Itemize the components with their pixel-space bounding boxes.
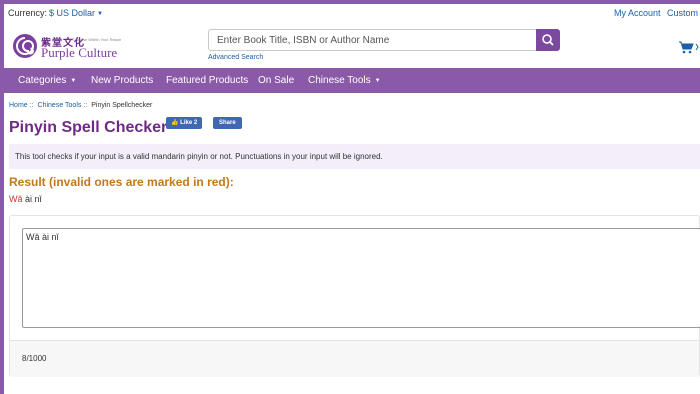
caret-down-icon: ▼ xyxy=(97,11,103,17)
top-bar: Currency: $ US Dollar ▼ My Account Custom xyxy=(4,4,700,22)
info-banner: This tool checks if your input is a vali… xyxy=(9,144,700,169)
facebook-share-button[interactable]: Share xyxy=(213,117,242,129)
page-title: Pinyin Spell Checker xyxy=(9,119,168,136)
breadcrumb-home[interactable]: Home xyxy=(9,102,28,109)
caret-down-icon: ▼ xyxy=(374,78,381,84)
nav-featured-products[interactable]: Featured Products xyxy=(166,75,248,86)
facebook-thumb-icon: 👍 xyxy=(171,120,179,126)
search-placeholder: Enter Book Title, ISBN or Author Name xyxy=(217,35,390,46)
nav-chinese-tools-label: Chinese Tools xyxy=(308,75,371,86)
logo-name: Purple Culture xyxy=(41,45,118,60)
breadcrumb-chinese-tools[interactable]: Chinese Tools xyxy=(38,102,82,109)
page-frame: Currency: $ US Dollar ▼ My Account Custom… xyxy=(4,4,700,394)
breadcrumb-separator: :: xyxy=(83,102,88,109)
logo-swirl-icon xyxy=(13,34,37,58)
pinyin-textarea[interactable]: Wǎ ài nǐ xyxy=(22,228,700,328)
facebook-like-label: Like 2 xyxy=(180,120,198,126)
my-account-link[interactable]: My Account xyxy=(614,8,661,18)
nav-chinese-tools[interactable]: Chinese Tools ▼ xyxy=(308,75,381,86)
result-output: Wǎ ài nǐ xyxy=(9,194,42,204)
breadcrumb: Home:: Chinese Tools:: Pinyin Spellcheck… xyxy=(9,102,152,109)
currency-label: Currency: xyxy=(8,8,48,18)
main-nav: Categories ▼ New Products Featured Produc… xyxy=(4,68,700,93)
nav-new-products[interactable]: New Products xyxy=(91,75,153,86)
nav-categories[interactable]: Categories ▼ xyxy=(18,75,76,86)
input-panel: Wǎ ài nǐ 8/1000 xyxy=(9,215,700,377)
logo-tagline: A Chinese Within Your Reach xyxy=(69,37,122,42)
site-logo[interactable]: 紫堂文化 A Chinese Within Your Reach Purple … xyxy=(12,31,132,63)
search-button[interactable] xyxy=(536,29,560,51)
caret-down-icon: ▼ xyxy=(70,78,77,84)
currency-value: $ US Dollar xyxy=(49,8,96,18)
cart-icon[interactable] xyxy=(678,40,700,54)
nav-categories-label: Categories xyxy=(18,75,67,86)
currency-select[interactable]: $ US Dollar ▼ xyxy=(49,8,103,18)
search-input[interactable]: Enter Book Title, ISBN or Author Name xyxy=(208,29,538,51)
invalid-word: Wǎ xyxy=(9,194,23,204)
search-icon xyxy=(542,34,554,46)
customer-link[interactable]: Custom xyxy=(667,8,698,18)
result-heading: Result (invalid ones are marked in red): xyxy=(9,175,234,189)
panel-footer: 8/1000 xyxy=(10,340,699,377)
breadcrumb-current: Pinyin Spellchecker xyxy=(91,102,153,109)
valid-words: ài nǐ xyxy=(22,194,42,204)
breadcrumb-separator: :: xyxy=(29,102,34,109)
nav-on-sale[interactable]: On Sale xyxy=(258,75,294,86)
advanced-search-link[interactable]: Advanced Search xyxy=(208,54,263,61)
facebook-like-button[interactable]: 👍 Like 2 xyxy=(166,117,203,129)
character-count: 8/1000 xyxy=(22,354,47,363)
